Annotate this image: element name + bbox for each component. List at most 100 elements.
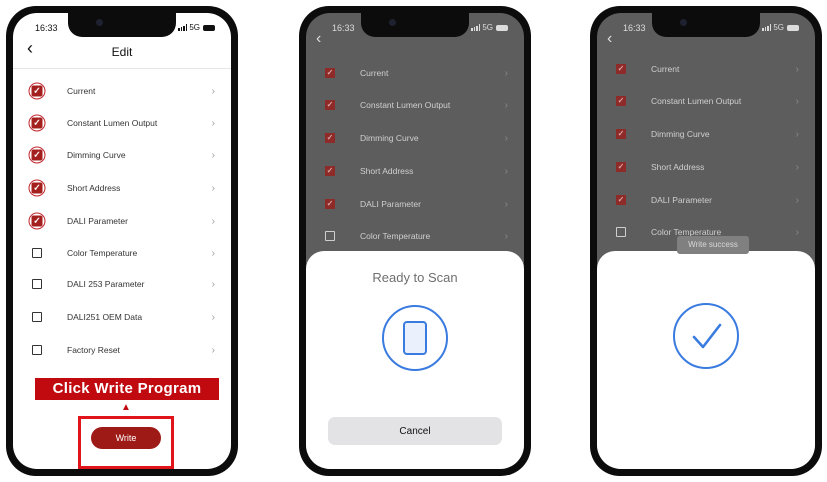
notch [361, 13, 469, 37]
item-label: Short Address [651, 162, 705, 172]
checkbox-checked-icon[interactable]: ✓ [325, 133, 335, 143]
chevron-right-icon: › [211, 85, 215, 97]
list-item[interactable]: Color Temperature › [13, 238, 231, 268]
item-label: Dimming Curve [67, 150, 126, 160]
sheet-title: Ready to Scan [372, 270, 458, 285]
chevron-right-icon: › [504, 198, 508, 210]
list-item[interactable]: ✓ DALI Parameter › [306, 189, 524, 219]
item-label: Color Temperature [360, 231, 431, 241]
list-item[interactable]: DALI 253 Parameter › [13, 269, 231, 299]
list-item[interactable]: ✓ Dimming Curve › [13, 140, 231, 170]
cancel-button[interactable]: Cancel [328, 417, 502, 445]
chevron-right-icon: › [795, 226, 799, 238]
item-label: Current [651, 64, 680, 74]
chevron-right-icon: › [795, 161, 799, 173]
chevron-right-icon: › [211, 278, 215, 290]
toast-message: Write success [677, 236, 749, 254]
checkbox-empty-icon[interactable] [32, 345, 42, 355]
checkmark-circle-icon [673, 303, 739, 369]
list-item[interactable]: DALI251 OEM Data › [13, 302, 231, 332]
checkbox-checked-icon[interactable]: ✓ [28, 212, 46, 230]
list-item[interactable]: Factory Reset › [13, 335, 231, 365]
status-indicators: 5G [762, 23, 799, 32]
chevron-right-icon: › [795, 194, 799, 206]
checkbox-checked-icon[interactable]: ✓ [325, 166, 335, 176]
phone-scan-icon [382, 305, 448, 371]
chevron-right-icon: › [211, 344, 215, 356]
checkbox-checked-icon[interactable]: ✓ [28, 146, 46, 164]
item-label: DALI Parameter [651, 195, 712, 205]
checkbox-checked-icon[interactable]: ✓ [325, 100, 335, 110]
chevron-right-icon: › [795, 63, 799, 75]
chevron-right-icon: › [211, 149, 215, 161]
header-divider [13, 68, 231, 69]
item-label: Constant Lumen Output [67, 118, 158, 128]
chevron-right-icon: › [211, 247, 215, 259]
item-label: Short Address [67, 183, 121, 193]
item-label: DALI251 OEM Data [67, 312, 143, 322]
signal-icon [762, 24, 772, 31]
list-item[interactable]: ✓ Current › [597, 54, 815, 84]
list-item[interactable]: ✓ Constant Lumen Output › [13, 108, 231, 138]
list-item[interactable]: Color Temperature › [306, 221, 524, 251]
check-glyph: ✓ [31, 182, 43, 194]
checkbox-checked-icon[interactable]: ✓ [616, 162, 626, 172]
battery-icon [787, 24, 799, 31]
checkbox-checked-icon[interactable]: ✓ [616, 129, 626, 139]
list-item[interactable]: ✓ DALI Parameter › [13, 206, 231, 236]
phone-glyph [403, 321, 427, 355]
chevron-right-icon: › [211, 182, 215, 194]
battery-icon [496, 24, 508, 31]
list-item[interactable]: ✓ Short Address › [306, 156, 524, 186]
status-indicators: 5G [178, 23, 215, 32]
checkbox-checked-icon[interactable]: ✓ [616, 195, 626, 205]
item-label: Current [360, 68, 389, 78]
signal-icon [178, 24, 188, 31]
list-item[interactable]: ✓ Constant Lumen Output › [306, 90, 524, 120]
scan-sheet: Ready to Scan Cancel [306, 251, 524, 469]
list-item[interactable]: ✓ Dimming Curve › [306, 123, 524, 153]
checkbox-empty-icon[interactable] [325, 231, 335, 241]
checkbox-empty-icon[interactable] [616, 227, 626, 237]
list-item[interactable]: ✓ DALI Parameter › [597, 185, 815, 215]
checkbox-empty-icon[interactable] [32, 248, 42, 258]
check-glyph: ✓ [31, 149, 43, 161]
checkbox-empty-icon[interactable] [32, 312, 42, 322]
checkbox-checked-icon[interactable]: ✓ [325, 199, 335, 209]
list-item[interactable]: ✓ Current › [306, 58, 524, 88]
back-chevron-icon[interactable]: ‹ [607, 31, 612, 47]
checkmark-icon [692, 323, 722, 349]
checkbox-checked-icon[interactable]: ✓ [28, 179, 46, 197]
checkbox-checked-icon[interactable]: ✓ [28, 114, 46, 132]
item-label: Color Temperature [67, 248, 138, 258]
item-label: Constant Lumen Output [651, 96, 742, 106]
chevron-right-icon: › [211, 117, 215, 129]
status-time: 16:33 [332, 23, 355, 33]
checkbox-empty-icon[interactable] [32, 279, 42, 289]
chevron-right-icon: › [504, 230, 508, 242]
chevron-right-icon: › [504, 132, 508, 144]
back-chevron-icon[interactable]: ‹ [316, 31, 321, 47]
check-glyph: ✓ [31, 117, 43, 129]
list-item[interactable]: ✓ Constant Lumen Output › [597, 86, 815, 116]
checkbox-checked-icon[interactable]: ✓ [325, 68, 335, 78]
page-title: Edit [111, 45, 133, 59]
back-chevron-icon[interactable]: ‹ [27, 39, 33, 57]
item-label: Short Address [360, 166, 414, 176]
instruction-banner: Click Write Program [35, 378, 219, 400]
list-item[interactable]: ✓ Short Address › [13, 173, 231, 203]
item-label: Current [67, 86, 96, 96]
write-button[interactable]: Write [91, 427, 161, 449]
status-time: 16:33 [623, 23, 646, 33]
item-label: Factory Reset [67, 345, 120, 355]
checkbox-checked-icon[interactable]: ✓ [616, 96, 626, 106]
status-time: 16:33 [35, 23, 58, 33]
list-item[interactable]: ✓ Dimming Curve › [597, 119, 815, 149]
checkbox-checked-icon[interactable]: ✓ [28, 82, 46, 100]
list-item[interactable]: ✓ Short Address › [597, 152, 815, 182]
notch [68, 13, 176, 37]
checkbox-checked-icon[interactable]: ✓ [616, 64, 626, 74]
check-glyph: ✓ [31, 85, 43, 97]
list-item[interactable]: ✓ Current › [13, 76, 231, 106]
check-glyph: ✓ [31, 215, 43, 227]
